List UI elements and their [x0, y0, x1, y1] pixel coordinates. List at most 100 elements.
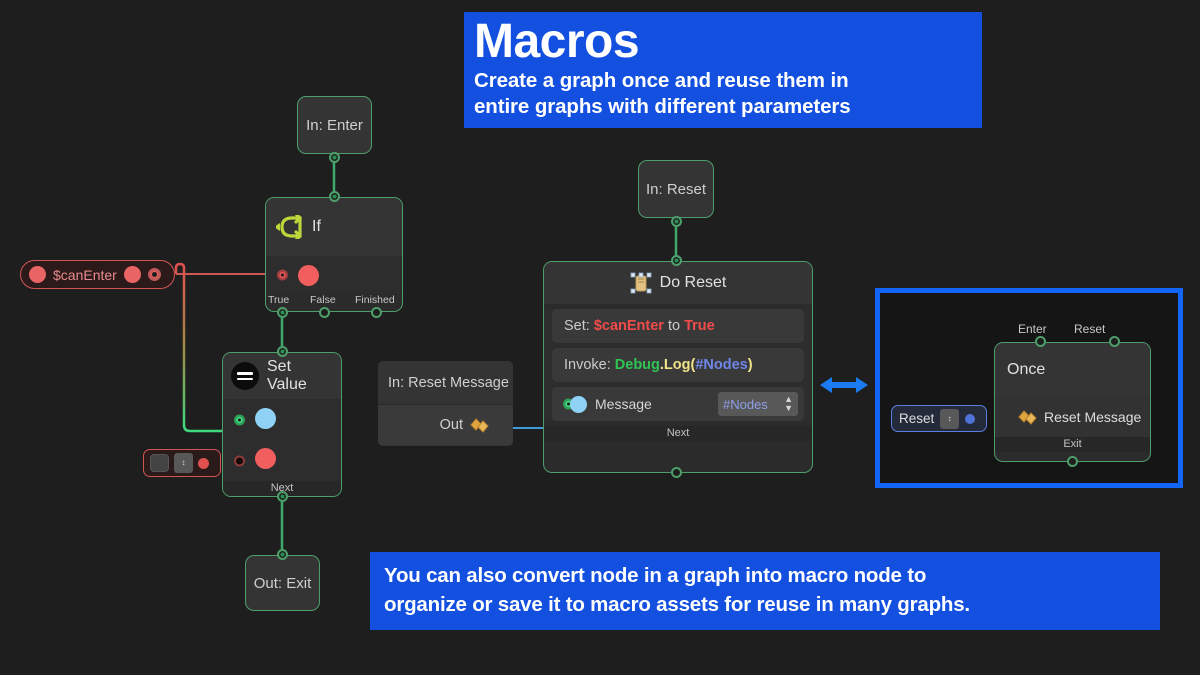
- statement-set-value[interactable]: Set: $canEnter to True: [552, 309, 804, 343]
- node-in-reset-message-out-row[interactable]: Out: [378, 405, 513, 445]
- node-set-value-header: Set Value: [223, 353, 341, 399]
- variable-can-enter[interactable]: $canEnter: [20, 260, 175, 289]
- node-in-reset-message-label: In: Reset Message: [378, 361, 513, 405]
- node-do-reset-title: Do Reset: [659, 274, 727, 291]
- node-set-value-body: [223, 399, 341, 481]
- port-if-true[interactable]: [277, 307, 288, 318]
- stmt-invoke-argument: #Nodes: [695, 357, 748, 373]
- port-label-true: True: [268, 294, 290, 306]
- node-if-title: If: [312, 218, 321, 235]
- port-if-enter-in[interactable]: [329, 191, 340, 202]
- set-value-input-row[interactable]: [223, 440, 341, 481]
- stmt-invoke-close: ): [747, 357, 753, 373]
- port-if-condition[interactable]: [277, 269, 288, 281]
- port-out-exit-in[interactable]: [277, 549, 288, 560]
- canvas: In: Enter If True False Finished $canEnt…: [0, 0, 1200, 675]
- port-once-exit[interactable]: [1067, 456, 1078, 467]
- node-in-reset[interactable]: In: Reset: [638, 160, 714, 218]
- message-type-dot: [570, 395, 587, 413]
- if-condition-value-dot: [298, 265, 319, 286]
- banner-top-title: Macros: [474, 15, 640, 68]
- message-label: Message: [595, 396, 652, 412]
- node-do-reset-body: Set: $canEnter to True Invoke: Debug.Log…: [544, 309, 812, 421]
- node-out-exit[interactable]: Out: Exit: [245, 555, 320, 611]
- variable-dot-left: [29, 266, 46, 283]
- banner-bottom-line1: You can also convert node in a graph int…: [384, 564, 927, 587]
- stmt-set-value: True: [684, 318, 715, 334]
- node-once[interactable]: Once Reset Message Exit: [994, 342, 1151, 462]
- bool-input-widget[interactable]: ↕: [143, 449, 221, 477]
- port-set-value-target[interactable]: [234, 414, 245, 425]
- macro-reset-label: Reset: [899, 411, 935, 426]
- gold-shapes-icon: [470, 418, 489, 433]
- stepper-icon[interactable]: ↕: [174, 453, 193, 473]
- message-row[interactable]: Message #Nodes ▲ ▼: [552, 387, 804, 421]
- once-param-label: Reset Message: [1044, 409, 1142, 425]
- statement-invoke[interactable]: Invoke: Debug.Log(#Nodes): [552, 348, 804, 382]
- banner-bottom: You can also convert node in a graph int…: [370, 552, 1160, 630]
- out-label: Out: [439, 417, 463, 433]
- variable-dot-right: [123, 266, 141, 283]
- node-in-reset-label: In: Reset: [645, 180, 707, 198]
- banner-top-subtitle-line2: entire graphs with different parameters: [474, 95, 851, 118]
- node-if-condition-row[interactable]: [266, 256, 402, 294]
- variable-can-enter-label: $canEnter: [53, 266, 117, 283]
- node-once-header: Once: [995, 343, 1150, 397]
- node-in-enter[interactable]: In: Enter: [297, 96, 372, 154]
- stepper-icon[interactable]: ↕: [940, 408, 960, 429]
- node-do-reset[interactable]: Do Reset Set: $canEnter to True Invoke: …: [543, 261, 813, 473]
- port-set-value-next[interactable]: [277, 491, 288, 502]
- node-do-reset-footer: Next: [544, 426, 812, 441]
- do-reset-icon: [630, 272, 652, 294]
- port-if-false[interactable]: [319, 307, 330, 318]
- node-in-reset-message[interactable]: In: Reset Message Out: [378, 361, 513, 446]
- port-once-reset[interactable]: [1109, 336, 1120, 347]
- node-in-enter-label: In: Enter: [306, 116, 363, 134]
- node-once-title: Once: [1007, 361, 1046, 378]
- port-label-false: False: [310, 294, 336, 306]
- port-in-enter-out[interactable]: [329, 152, 340, 163]
- branch-arrow-icon: [276, 215, 302, 239]
- node-out-exit-label: Out: Exit: [253, 574, 312, 592]
- double-headed-arrow: [820, 377, 868, 393]
- banner-top: Macros Create a graph once and reuse the…: [464, 12, 982, 128]
- message-dropdown-value: #Nodes: [723, 396, 768, 412]
- port-set-value-enter[interactable]: [277, 346, 288, 357]
- node-if-header: If: [266, 198, 402, 256]
- port-do-reset-enter[interactable]: [671, 255, 682, 266]
- port-variable-output[interactable]: [147, 268, 161, 281]
- banner-top-subtitle-line1: Create a graph once and reuse them in: [474, 69, 849, 92]
- chevron-updown-icon: ▲ ▼: [784, 394, 793, 413]
- port-macro-reset-output[interactable]: [965, 413, 976, 424]
- node-set-value-title: Set Value: [267, 358, 307, 393]
- port-do-reset-next[interactable]: [671, 467, 682, 478]
- checkbox-icon[interactable]: [150, 454, 169, 472]
- set-value-target-row[interactable]: [223, 399, 341, 440]
- stmt-invoke-method: Log: [663, 357, 691, 373]
- set-value-input-dot: [255, 448, 276, 469]
- once-param-row[interactable]: Reset Message: [995, 397, 1150, 437]
- macro-reset-input-widget[interactable]: Reset ↕: [891, 405, 987, 432]
- port-label-reset: Reset: [1074, 322, 1106, 336]
- set-value-target-dot: [255, 408, 276, 429]
- message-dropdown[interactable]: #Nodes ▲ ▼: [718, 392, 798, 416]
- node-set-value[interactable]: Set Value Next: [222, 352, 342, 497]
- stmt-set-variable: $canEnter: [593, 318, 664, 334]
- stmt-invoke-target: Debug: [614, 357, 660, 373]
- port-label-finished: Finished: [355, 294, 395, 306]
- port-bool-output[interactable]: [198, 457, 209, 469]
- stmt-set-prefix: Set:: [564, 318, 594, 334]
- port-in-reset-out[interactable]: [671, 216, 682, 227]
- node-once-footer: Exit: [995, 437, 1150, 452]
- banner-bottom-line2: organize or save it to macro assets for …: [384, 593, 970, 616]
- equals-icon: [231, 362, 259, 390]
- stmt-invoke-prefix: Invoke:: [564, 357, 615, 373]
- port-set-value-input[interactable]: [234, 455, 245, 466]
- port-once-enter[interactable]: [1035, 336, 1046, 347]
- gold-shapes-icon: [1018, 410, 1037, 425]
- port-label-enter: Enter: [1018, 322, 1047, 336]
- stmt-set-middle: to: [663, 318, 685, 334]
- stepper-glyph: ↕: [181, 458, 186, 467]
- port-if-finished[interactable]: [371, 307, 382, 318]
- stepper-glyph: ↕: [947, 413, 952, 423]
